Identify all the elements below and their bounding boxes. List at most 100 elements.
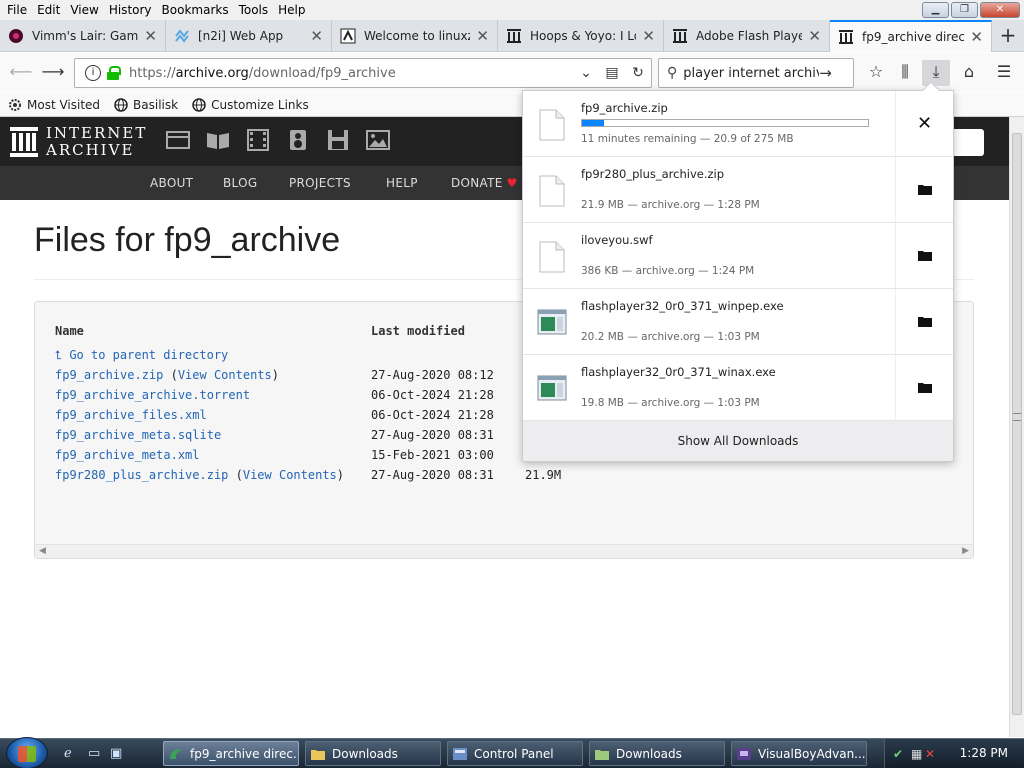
download-meta: 386 KB — archive.org — 1:24 PM — [581, 265, 755, 277]
download-filename: flashplayer32_0r0_371_winpep.exe — [581, 299, 784, 313]
show-all-downloads-button[interactable]: Show All Downloads — [523, 421, 953, 461]
reload-icon[interactable]: ↻ — [625, 65, 651, 81]
close-tab-icon[interactable]: ✕ — [476, 27, 489, 45]
file-link[interactable]: fp9_archive_files.xml — [55, 408, 207, 422]
nav-blog[interactable]: BLOG — [223, 176, 257, 190]
open-folder-icon[interactable] — [895, 289, 953, 354]
start-button[interactable] — [6, 737, 48, 768]
volume-muted-icon[interactable]: ✕ — [925, 747, 939, 761]
url-text[interactable]: https://archive.org/download/fp9_archive — [129, 66, 573, 81]
open-folder-icon[interactable] — [895, 355, 953, 420]
nav-projects[interactable]: PROJECTS — [289, 176, 351, 190]
taskbar-clock[interactable]: 1:28 PM — [960, 746, 1008, 760]
tab-vimms-lair[interactable]: Vimm's Lair: Game ✕ — [0, 20, 166, 52]
cancel-download-close-icon[interactable]: ✕ — [895, 91, 953, 156]
search-input[interactable] — [683, 65, 820, 81]
taskbar-item-browser[interactable]: fp9_archive direc... — [163, 741, 299, 766]
tab-hoops-yoyo[interactable]: Hoops & Yoyo: I Lo ✕ — [498, 20, 664, 52]
tab-n2i-web-app[interactable]: [n2i] Web App ✕ — [166, 20, 332, 52]
taskbar-item-downloads[interactable]: Downloads — [589, 741, 725, 766]
menu-help[interactable]: Help — [275, 3, 312, 17]
close-tab-icon[interactable]: ✕ — [144, 27, 157, 45]
file-link[interactable]: fp9_archive_archive.torrent — [55, 388, 250, 402]
tab-adobe-flash-player[interactable]: Adobe Flash Player ✕ — [664, 20, 830, 52]
home-icon[interactable]: ⌂ — [955, 60, 983, 86]
column-header-last-modified[interactable]: Last modified — [371, 324, 465, 338]
nav-donate[interactable]: DONATE ♥ — [451, 176, 518, 190]
download-item[interactable]: flashplayer32_0r0_371_winpep.exe 20.2 MB… — [523, 289, 953, 355]
download-item[interactable]: flashplayer32_0r0_371_winax.exe 19.8 MB … — [523, 355, 953, 421]
menu-file[interactable]: File — [4, 3, 34, 17]
close-tab-icon[interactable]: ✕ — [970, 28, 983, 46]
reader-view-icon[interactable]: ▤ — [599, 65, 625, 81]
web-icon[interactable] — [165, 129, 191, 151]
network-icon[interactable]: ▦ — [911, 747, 925, 761]
tab-label: [n2i] Web App — [198, 29, 284, 43]
menu-tools[interactable]: Tools — [236, 3, 276, 17]
open-folder-icon[interactable] — [895, 157, 953, 222]
video-icon[interactable] — [245, 129, 271, 151]
new-tab-plus-icon[interactable]: + — [992, 20, 1024, 52]
nav-help[interactable]: HELP — [386, 176, 418, 190]
chevron-down-icon[interactable]: ⌄ — [573, 65, 599, 81]
navigation-toolbar: ⟵ ⟶ i https://archive.org/download/fp9_a… — [0, 53, 1024, 92]
audio-icon[interactable] — [285, 129, 311, 151]
download-item[interactable]: fp9_archive.zip 11 minutes remaining — 2… — [523, 91, 953, 157]
texts-icon[interactable] — [205, 129, 231, 151]
library-icon[interactable]: ⫼ — [891, 60, 919, 86]
taskbar-item-control-panel[interactable]: Control Panel — [447, 741, 583, 766]
tray-check-icon[interactable]: ✔ — [893, 747, 907, 761]
close-tab-icon[interactable]: ✕ — [642, 27, 655, 45]
menu-edit[interactable]: Edit — [34, 3, 67, 17]
hamburger-menu-icon[interactable]: ☰ — [990, 60, 1018, 86]
bookmark-customize-links[interactable]: Customize Links — [192, 98, 309, 112]
view-contents-link[interactable]: View Contents — [243, 468, 337, 482]
downloads-icon[interactable]: ⤓ — [922, 60, 950, 86]
vertical-scrollbar[interactable] — [1009, 117, 1024, 737]
column-header-name[interactable]: Name — [55, 324, 84, 338]
download-item[interactable]: iloveyou.swf 386 KB — archive.org — 1:24… — [523, 223, 953, 289]
address-bar[interactable]: i https://archive.org/download/fp9_archi… — [74, 58, 652, 88]
horizontal-scrollbar[interactable]: ◀ ▶ — [35, 544, 973, 558]
scroll-right-arrow-icon[interactable]: ▶ — [962, 546, 969, 556]
download-filename: fp9r280_plus_archive.zip — [581, 167, 725, 181]
close-tab-icon[interactable]: ✕ — [310, 27, 323, 45]
nav-about[interactable]: ABOUT — [150, 176, 193, 190]
close-tab-icon[interactable]: ✕ — [808, 27, 821, 45]
maximize-button[interactable]: ❐ — [951, 2, 978, 18]
taskbar-item-downloads-folder[interactable]: Downloads — [305, 741, 441, 766]
software-icon[interactable] — [325, 129, 351, 151]
menu-bookmarks[interactable]: Bookmarks — [159, 3, 236, 17]
internet-explorer-icon[interactable]: ℯ — [64, 746, 82, 762]
parent-directory-link[interactable]: ⮤ Go to parent directory — [55, 348, 228, 362]
minimize-button[interactable]: ▁ — [922, 2, 949, 18]
show-desktop-icon[interactable]: ▭ — [88, 746, 106, 762]
bookmark-star-icon[interactable]: ☆ — [862, 60, 890, 86]
search-go-arrow-icon[interactable]: → — [819, 64, 832, 82]
tab-strip: Vimm's Lair: Game ✕ [n2i] Web App ✕ Welc… — [0, 20, 1024, 52]
switch-windows-icon[interactable]: ▣ — [110, 746, 128, 762]
view-contents-link[interactable]: View Contents — [178, 368, 272, 382]
menu-history[interactable]: History — [106, 3, 159, 17]
images-icon[interactable] — [365, 129, 391, 151]
file-link[interactable]: fp9_archive_meta.sqlite — [55, 428, 221, 442]
scrollbar-thumb[interactable] — [1012, 133, 1022, 715]
site-info-icon[interactable]: i — [85, 65, 101, 81]
download-item[interactable]: fp9r280_plus_archive.zip 21.9 MB — archi… — [523, 157, 953, 223]
bookmark-basilisk[interactable]: Basilisk — [114, 98, 178, 112]
scroll-left-arrow-icon[interactable]: ◀ — [39, 546, 46, 556]
taskbar-item-visualboyadvance[interactable]: VisualBoyAdvan... — [731, 741, 867, 766]
back-arrow-icon[interactable]: ⟵ — [8, 60, 34, 86]
menu-view[interactable]: View — [67, 3, 105, 17]
file-link[interactable]: fp9_archive_meta.xml — [55, 448, 200, 462]
tab-fp9-archive-directory[interactable]: fp9_archive directo ✕ — [830, 20, 992, 52]
tab-linuxz[interactable]: Welcome to linuxz ✕ — [332, 20, 498, 52]
close-window-button[interactable]: ✕ — [980, 2, 1020, 18]
file-link[interactable]: fp9r280_plus_archive.zip — [55, 468, 228, 482]
open-folder-icon[interactable] — [895, 223, 953, 288]
bookmark-most-visited[interactable]: Most Visited — [8, 98, 100, 112]
file-link[interactable]: fp9_archive.zip — [55, 368, 163, 382]
internet-archive-logo[interactable]: INTERNET ARCHIVE — [10, 125, 147, 159]
search-bar[interactable]: ⚲ → — [658, 58, 854, 88]
forward-arrow-icon[interactable]: ⟶ — [40, 60, 66, 86]
